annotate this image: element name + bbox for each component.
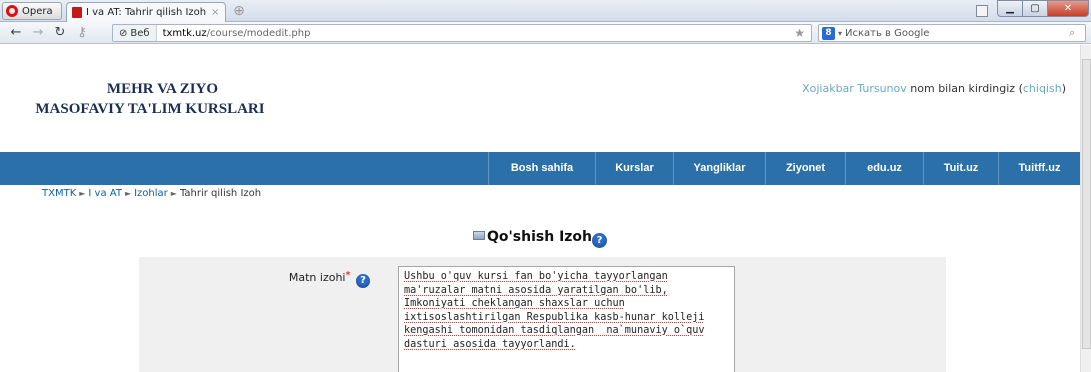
site-favicon-icon [72,7,82,18]
forward-arrow-icon[interactable]: → [30,25,46,41]
nav-item-kurslar[interactable]: Kurslar [595,152,673,185]
nav-item-tuit-uz[interactable]: Tuit.uz [923,152,998,185]
page-title: Qo'shish Izoh [486,229,593,245]
browser-tab-bar: Opera I va AT: Tahrir qilish Izoh × ⊕ ▁ … [0,0,1091,22]
nav-item-tuitff-uz[interactable]: Tuitff.uz [998,152,1080,185]
user-profile-link[interactable]: Xojiakbar Tursunov [802,82,907,95]
tab-title: I va AT: Tahrir qilish Izoh [86,7,207,18]
nav-item-ziyonet[interactable]: Ziyonet [765,152,845,185]
logo-line-2: MASOFAVIY TA'LIM KURSLARI [35,101,265,117]
required-mark: * [345,270,351,281]
bookmark-star-icon[interactable]: ★ [794,26,805,40]
opera-logo-icon [6,5,18,17]
breadcrumb-link-course[interactable]: I va AT [88,188,122,199]
address-bar[interactable]: ⊘ Веб txmtk.uz/course/modedit.php ★ [112,24,812,42]
nav-item-edu-uz[interactable]: edu.uz [845,152,923,185]
form-panel: Matn izohi* ? Ushbu o'quv kursi fan bo'y… [139,257,946,372]
main-navbar: Bosh sahifa Kurslar Yangliklar Ziyonet e… [0,152,1080,185]
help-icon[interactable]: ? [592,233,608,248]
reload-icon[interactable]: ↻ [52,25,68,41]
textarea-line: kengashi tomonidan tasdiqlangan na`munav… [404,325,705,337]
description-textarea[interactable]: Ushbu o'quv kursi fan bo'yicha tayyorlan… [398,266,735,372]
url-text[interactable]: txmtk.uz/course/modedit.php [157,28,311,39]
nav-item-yangliklar[interactable]: Yangliklar [673,152,765,185]
logout-link[interactable]: chiqish [1023,82,1062,95]
login-status-text: nom bilan kirdingiz [910,82,1016,95]
label-module-icon [472,231,485,240]
nav-item-bosh-sahifa[interactable]: Bosh sahifa [488,152,595,185]
close-window-button[interactable]: ✕ [1047,0,1089,17]
new-tab-icon[interactable]: ⊕ [231,4,247,18]
textarea-line: Imkoniyati cheklangan shaxslar uchun [404,298,625,310]
address-toolbar: ← → ↻ ⚷ ⊘ Веб txmtk.uz/course/modedit.ph… [0,22,1091,44]
browser-tab-active[interactable]: I va AT: Tahrir qilish Izoh × [66,2,226,22]
breadcrumb-current: Tahrir qilish Izoh [179,188,262,199]
maximize-button[interactable]: ▢ [1022,0,1048,17]
breadcrumb-separator-icon: ► [124,189,132,198]
search-placeholder: Искать в Google [845,27,930,39]
login-info: Xojiakbar Tursunov nom bilan kirdingiz (… [802,82,1066,95]
search-engine-icon[interactable]: 8 [822,26,835,40]
url-path: /course/modedit.php [206,27,311,39]
back-arrow-icon[interactable]: ← [8,25,24,41]
scrollbar-thumb[interactable] [1082,59,1091,349]
breadcrumb: TXMTK ► I va AT ► Izohlar ► Tahrir qilish Izoh [42,188,261,199]
breadcrumb-separator-icon: ► [79,189,86,198]
key-icon[interactable]: ⚷ [74,25,90,41]
page-content: MEHR VA ZIYO MASOFAVIY TA'LIM KURSLARI X… [0,45,1080,372]
field-label-row: Matn izohi* ? [139,270,370,288]
tab-list-icon[interactable] [976,5,988,17]
opera-menu-button[interactable]: Opera [2,2,62,20]
url-host: txmtk.uz [162,27,207,39]
site-logo[interactable]: MEHR VA ZIYO MASOFAVIY TA'LIM KURSLARI [0,79,300,119]
help-icon[interactable]: ? [356,274,370,288]
page-scrollbar[interactable] [1080,45,1091,372]
search-engine-dropdown-icon[interactable]: ▾ [838,29,842,38]
security-badge-label: Веб [130,27,150,39]
field-label: Matn izohi [288,271,346,284]
security-badge[interactable]: ⊘ Веб [113,25,157,41]
textarea-line: ixtisoslashtirilgan Respublika kasb-huna… [404,311,705,323]
breadcrumb-link-izohlar[interactable]: Izohlar [134,188,168,199]
textarea-line: dasturi asosida tayyorlandi. [404,338,576,350]
search-field[interactable]: 8 ▾ Искать в Google ⌕ [818,24,1086,42]
textarea-line: Ushbu o'quv kursi fan bo'yicha tayyorlan… [404,271,668,282]
logo-line-1: MEHR VA ZIYO [106,81,219,97]
textarea-line: ma'ruzalar matni asosida yaratilgan bo'l… [404,284,668,296]
minimize-button[interactable]: ▁ [997,0,1023,17]
page-title-row: Qo'shish Izoh? [0,229,1080,248]
breadcrumb-separator-icon: ► [170,189,177,198]
search-icon[interactable]: ⌕ [1069,26,1085,40]
tab-close-icon[interactable]: × [211,7,225,18]
opera-menu-label: Opera [22,5,53,17]
breadcrumb-link-txmtk[interactable]: TXMTK [42,188,76,199]
globe-icon: ⊘ [119,27,128,39]
